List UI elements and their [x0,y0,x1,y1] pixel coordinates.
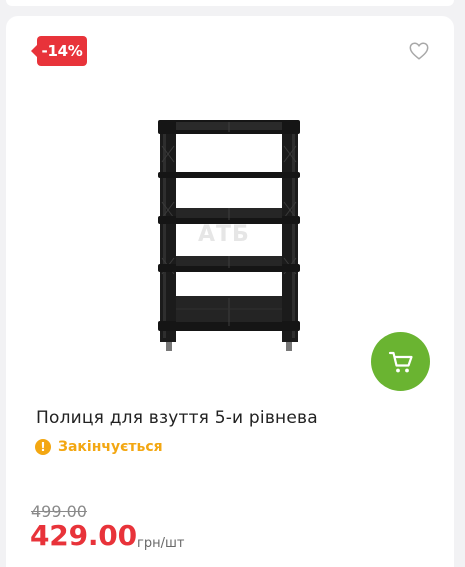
price-unit: грн/шт [137,536,185,551]
favorite-button[interactable] [408,40,430,62]
product-card[interactable]: -14% АТБ Полиця для взуття 5-и рівнева !… [6,16,454,567]
brand-watermark: АТБ [198,222,250,247]
current-price: 429.00 [30,519,137,552]
shopping-cart-icon [388,351,413,372]
stock-status: ! Закінчується [35,439,163,455]
heart-outline-icon [409,42,429,60]
warning-circle-icon: ! [35,439,51,455]
previous-card-edge [6,0,454,6]
stock-status-label: Закінчується [58,439,163,455]
product-title[interactable]: Полиця для взуття 5-и рівнева [36,408,436,428]
add-to-cart-button[interactable] [371,332,430,391]
discount-badge: -14% [31,36,87,66]
